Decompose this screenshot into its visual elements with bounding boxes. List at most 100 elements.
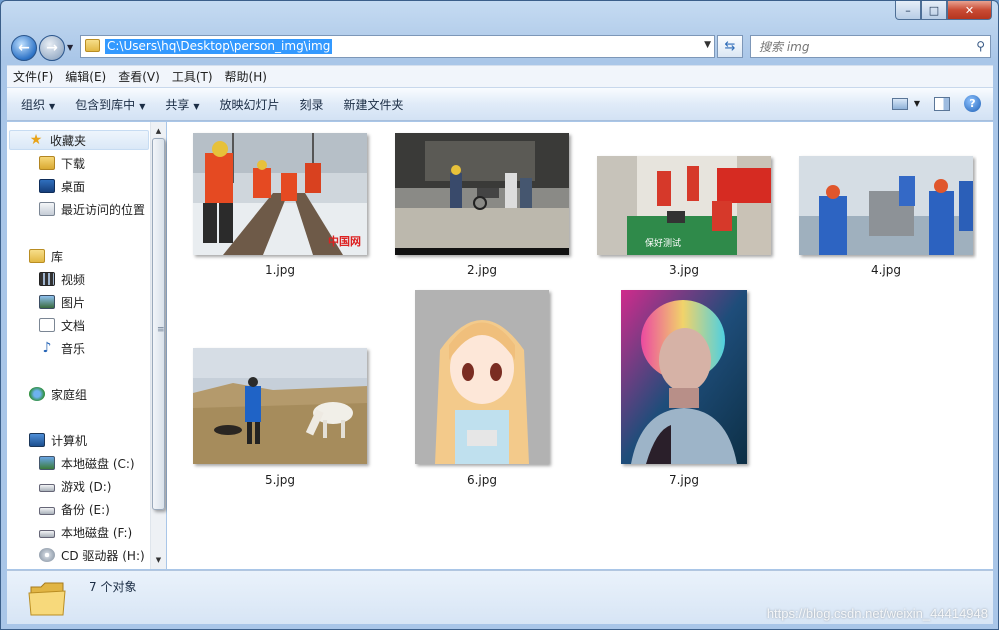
sidebar-item-label: 音乐 <box>61 341 86 356</box>
scroll-thumb[interactable]: ≡ <box>152 138 165 510</box>
thumbnail-6[interactable] <box>415 290 549 464</box>
back-button[interactable]: ← <box>11 35 37 61</box>
file-name[interactable]: 4.jpg <box>806 263 966 277</box>
search-input[interactable] <box>751 36 951 57</box>
sidebar-item-homegroup[interactable]: 家庭组 <box>7 384 87 404</box>
file-name[interactable]: 3.jpg <box>604 263 764 277</box>
back-arrow-icon: ← <box>18 40 30 56</box>
sidebar-item-drive-f[interactable]: 本地磁盘 (F:) <box>7 522 132 542</box>
search-icon[interactable]: ⚲ <box>976 39 985 53</box>
chevron-down-icon: ▼ <box>913 99 920 108</box>
sidebar-item-label: 本地磁盘 (C:) <box>61 456 135 471</box>
document-icon <box>39 318 55 332</box>
menu-file[interactable]: 文件(F) <box>7 68 59 85</box>
address-path[interactable]: C:\Users\hq\Desktop\person_img\img <box>105 39 333 54</box>
include-in-library-button[interactable]: 包含到库中 ▼ <box>65 96 155 113</box>
menu-edit[interactable]: 编辑(E) <box>59 68 112 85</box>
image-portrait-colored-light <box>621 290 747 464</box>
thumbnail-3[interactable]: 保好测试 <box>597 156 771 255</box>
close-icon: ✕ <box>964 3 975 17</box>
star-icon: ★ <box>29 132 43 148</box>
sidebar-item-label: 家庭组 <box>51 387 88 402</box>
sidebar-item-label: 最近访问的位置 <box>61 202 146 217</box>
burn-button[interactable]: 刻录 <box>290 96 334 113</box>
sidebar-item-label: CD 驱动器 (H:) <box>61 548 145 563</box>
sidebar-item-label: 备份 (E:) <box>61 502 110 517</box>
organize-button[interactable]: 组织 ▼ <box>7 96 65 113</box>
image-rail-workers: 中国网 <box>193 133 367 255</box>
scroll-down-icon[interactable]: ▼ <box>151 553 166 567</box>
image-man-horse-dog <box>193 348 367 464</box>
cd-drive-icon <box>39 548 55 562</box>
refresh-button[interactable]: ⇆ <box>717 35 743 58</box>
folder-icon <box>28 582 66 616</box>
computer-icon <box>29 433 45 447</box>
sidebar-item-music[interactable]: ♪ 音乐 <box>7 338 85 358</box>
sidebar-item-label: 视频 <box>61 272 86 287</box>
music-icon: ♪ <box>42 340 52 356</box>
thumbnail-5[interactable] <box>193 348 367 464</box>
menu-tools[interactable]: 工具(T) <box>166 68 219 85</box>
sidebar-item-computer[interactable]: 计算机 <box>7 430 87 450</box>
address-dropdown-icon[interactable]: ▼ <box>704 40 711 50</box>
sidebar-item-drive-e[interactable]: 备份 (E:) <box>7 499 110 519</box>
sidebar-item-libraries[interactable]: 库 <box>7 246 63 266</box>
view-icon <box>891 97 908 110</box>
menu-bar: 文件(F) 编辑(E) 查看(V) 工具(T) 帮助(H) <box>7 65 993 87</box>
thumbnail-2[interactable] <box>395 133 569 255</box>
thumbnail-1[interactable]: 中国网 <box>193 133 367 255</box>
slideshow-button[interactable]: 放映幻灯片 <box>210 96 290 113</box>
close-button[interactable]: ✕ <box>947 1 992 20</box>
image-blue-uniform-workers <box>799 156 973 255</box>
chevron-down-icon: ▼ <box>139 101 146 111</box>
sidebar-item-label: 本地磁盘 (F:) <box>61 525 133 540</box>
sidebar-item-recent[interactable]: 最近访问的位置 <box>7 199 145 219</box>
sidebar-item-documents[interactable]: 文档 <box>7 315 85 335</box>
sidebar-item-videos[interactable]: 视频 <box>7 269 85 289</box>
sidebar-item-drive-d[interactable]: 游戏 (D:) <box>7 476 111 496</box>
svg-text:中国网: 中国网 <box>328 234 361 248</box>
sidebar-item-label: 收藏夹 <box>50 133 87 148</box>
change-view-button[interactable]: ▼ <box>891 97 920 110</box>
scroll-up-icon[interactable]: ▲ <box>151 124 166 138</box>
chevron-down-icon: ▼ <box>193 101 200 111</box>
thumbnail-4[interactable] <box>799 156 973 255</box>
menu-help[interactable]: 帮助(H) <box>219 68 273 85</box>
file-name[interactable]: 1.jpg <box>200 263 360 277</box>
sidebar-scrollbar[interactable]: ▲ ≡ ▼ <box>150 122 166 569</box>
chevron-down-icon: ▼ <box>49 101 56 111</box>
sidebar-item-label: 游戏 (D:) <box>61 479 112 494</box>
forward-button[interactable]: → <box>39 35 65 61</box>
preview-pane-button[interactable] <box>934 96 950 111</box>
drive-icon <box>39 507 55 515</box>
file-name[interactable]: 5.jpg <box>200 473 360 487</box>
image-factory-workers: 保好测试 <box>597 156 771 255</box>
sidebar-item-desktop[interactable]: 桌面 <box>7 176 85 196</box>
file-name[interactable]: 6.jpg <box>402 473 562 487</box>
sidebar-item-downloads[interactable]: 下载 <box>7 153 85 173</box>
system-drive-icon <box>39 456 55 470</box>
minimize-icon: – <box>905 3 911 17</box>
sidebar-item-drive-h[interactable]: CD 驱动器 (H:) <box>7 545 145 565</box>
organize-label: 组织 <box>21 97 46 112</box>
sidebar-item-pictures[interactable]: 图片 <box>7 292 85 312</box>
sidebar-item-favorites[interactable]: ★ 收藏夹 <box>9 130 149 150</box>
maximize-button[interactable]: □ <box>921 1 947 20</box>
thumbnail-7[interactable] <box>621 290 747 464</box>
recent-pages-dropdown[interactable]: ▼ <box>67 43 73 52</box>
search-box[interactable]: ⚲ <box>750 35 991 58</box>
navigation-pane: ★ 收藏夹 下载 桌面 最近访问的位置 库 视频 图片 文档 ♪ 音乐 家庭组 <box>7 122 150 569</box>
new-folder-button[interactable]: 新建文件夹 <box>334 96 414 113</box>
help-button[interactable]: ? <box>964 95 981 112</box>
file-name[interactable]: 7.jpg <box>604 473 764 487</box>
sidebar-item-drive-c[interactable]: 本地磁盘 (C:) <box>7 453 135 473</box>
menu-view[interactable]: 查看(V) <box>112 68 166 85</box>
address-bar[interactable]: C:\Users\hq\Desktop\person_img\img ▼ <box>80 35 715 58</box>
image-construction-site <box>395 133 569 255</box>
minimize-button[interactable]: – <box>895 1 921 20</box>
image-anime-girl <box>415 290 549 464</box>
share-button[interactable]: 共享 ▼ <box>155 96 209 113</box>
file-name[interactable]: 2.jpg <box>402 263 562 277</box>
command-bar: 组织 ▼ 包含到库中 ▼ 共享 ▼ 放映幻灯片 刻录 新建文件夹 ▼ ? <box>7 87 993 121</box>
file-list: 中国网 1.jpg 2.jpg 保好测试 3.jpg 4.jpg 5.jpg 6… <box>167 122 977 569</box>
